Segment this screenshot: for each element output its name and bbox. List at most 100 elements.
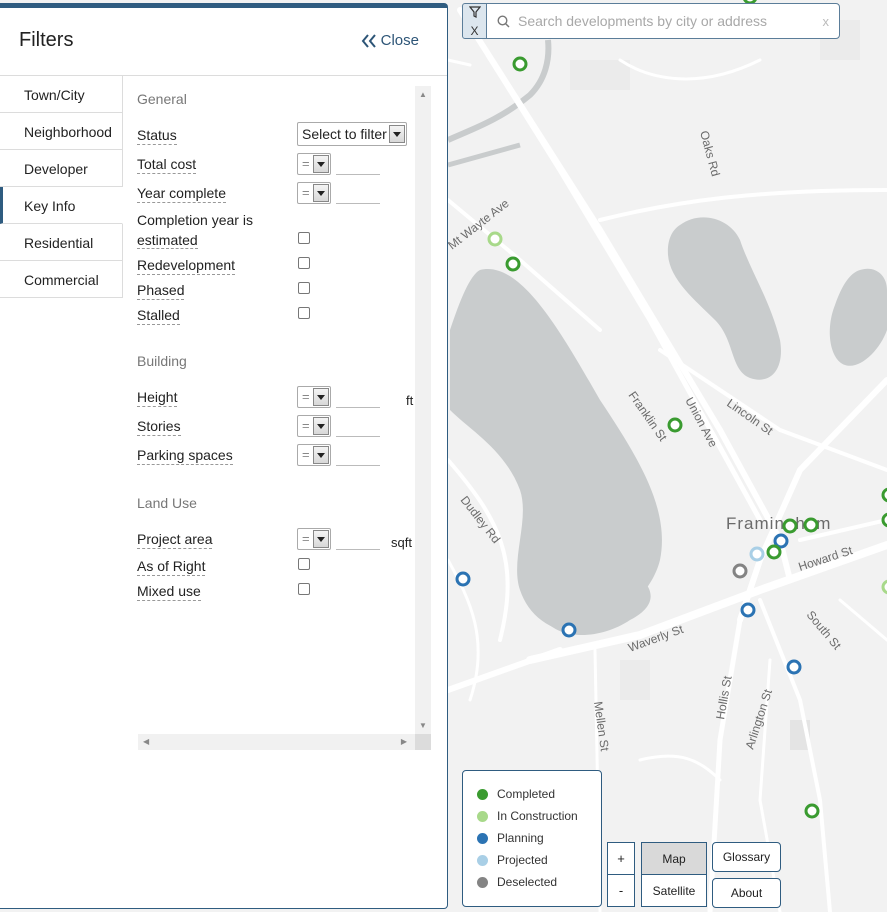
as-of-right-label: As of Right xyxy=(137,558,206,576)
phased-label: Phased xyxy=(137,282,185,300)
scroll-left-icon[interactable]: ◀ xyxy=(143,737,149,746)
project-area-input[interactable] xyxy=(336,528,380,550)
search-input[interactable] xyxy=(514,6,823,36)
parking-label: Parking spaces xyxy=(137,447,233,465)
operator-value: = xyxy=(302,418,310,433)
stories-operator[interactable]: = xyxy=(297,415,331,437)
map-view-button[interactable]: Map xyxy=(641,842,707,875)
total-cost-label: Total cost xyxy=(137,156,197,174)
operator-value: = xyxy=(302,447,310,462)
project-area-unit: sqft xyxy=(391,535,412,550)
height-operator[interactable]: = xyxy=(297,386,331,408)
filter-toggle-x: X xyxy=(470,24,479,38)
total-cost-operator[interactable]: = xyxy=(297,153,331,175)
year-complete-input[interactable] xyxy=(336,182,380,204)
marker-planning xyxy=(561,622,577,638)
chevron-down-icon xyxy=(313,155,329,173)
height-label: Height xyxy=(137,389,178,407)
marker-planning xyxy=(455,571,471,587)
satellite-view-button[interactable]: Satellite xyxy=(641,874,707,907)
tab-residential[interactable]: Residential xyxy=(0,224,123,261)
legend-label: Planning xyxy=(497,831,544,845)
redevelopment-checkbox[interactable] xyxy=(298,257,310,269)
stories-input[interactable] xyxy=(336,415,380,437)
tab-key-info[interactable]: Key Info xyxy=(0,187,123,224)
completion-estimated-checkbox[interactable] xyxy=(298,232,310,244)
close-button[interactable]: Close xyxy=(361,32,419,49)
mixed-use-checkbox[interactable] xyxy=(298,583,310,595)
status-select[interactable]: Select to filter xyxy=(297,122,407,146)
status-label: Status xyxy=(137,127,177,145)
filter-icon xyxy=(468,6,481,18)
completion-estimated-line1: Completion year is xyxy=(137,212,253,228)
horizontal-scrollbar[interactable]: ◀ ▶ xyxy=(138,734,415,750)
chevron-down-icon xyxy=(313,184,329,202)
marker-completed xyxy=(782,518,798,534)
search-box: x xyxy=(486,3,840,39)
parking-input[interactable] xyxy=(336,444,380,466)
scroll-right-icon[interactable]: ▶ xyxy=(401,737,407,746)
clear-search-button[interactable]: x xyxy=(823,14,830,29)
project-area-operator[interactable]: = xyxy=(297,528,331,550)
marker-deselected xyxy=(732,563,748,579)
completed-dot-icon xyxy=(477,788,488,800)
marker-projected xyxy=(749,546,765,562)
legend-label: Deselected xyxy=(497,875,558,889)
marker-completed xyxy=(803,517,819,533)
legend-label: Completed xyxy=(497,787,556,801)
marker-completed xyxy=(804,803,820,819)
tab-developer[interactable]: Developer xyxy=(0,150,123,187)
legend-item: Deselected xyxy=(477,871,601,893)
deselected-dot-icon xyxy=(477,876,488,888)
panel-title: Filters xyxy=(19,29,74,51)
about-button[interactable]: About xyxy=(712,878,781,908)
in-construction-dot-icon xyxy=(477,810,488,822)
close-label: Close xyxy=(380,32,419,49)
marker-completed xyxy=(766,544,782,560)
marker-in-construction xyxy=(881,579,887,595)
zoom-out-button[interactable]: - xyxy=(607,874,635,907)
marker-planning xyxy=(740,602,756,618)
operator-value: = xyxy=(302,156,310,171)
filter-toggle-button[interactable]: X xyxy=(462,3,487,39)
mixed-use-label: Mixed use xyxy=(137,583,201,601)
year-complete-operator[interactable]: = xyxy=(297,182,331,204)
search-icon xyxy=(497,14,510,28)
stalled-checkbox[interactable] xyxy=(298,307,310,319)
scroll-down-icon[interactable]: ▼ xyxy=(419,721,427,730)
section-land-use: Land Use xyxy=(137,495,197,511)
legend-label: Projected xyxy=(497,853,548,867)
chevron-down-icon xyxy=(313,530,329,548)
legend-item: Planning xyxy=(477,827,601,849)
year-complete-label: Year complete xyxy=(137,185,226,203)
tab-neighborhood[interactable]: Neighborhood xyxy=(0,113,123,150)
project-area-label: Project area xyxy=(137,531,213,549)
stories-label: Stories xyxy=(137,418,181,436)
operator-value: = xyxy=(302,531,310,546)
filter-tabs: Town/City Neighborhood Developer Key Inf… xyxy=(0,76,123,298)
marker-completed xyxy=(512,56,528,72)
completion-estimated-line2: estimated xyxy=(137,232,198,249)
vertical-scrollbar[interactable]: ▲ ▼ xyxy=(415,86,431,734)
double-chevron-left-icon xyxy=(361,33,376,48)
parking-operator[interactable]: = xyxy=(297,444,331,466)
legend-item: In Construction xyxy=(477,805,601,827)
marker-completed xyxy=(881,487,887,503)
legend-label: In Construction xyxy=(497,809,578,823)
operator-value: = xyxy=(302,389,310,404)
section-building: Building xyxy=(137,353,187,369)
marker-completed xyxy=(667,417,683,433)
scroll-up-icon[interactable]: ▲ xyxy=(419,90,427,99)
marker-planning xyxy=(786,659,802,675)
zoom-in-button[interactable]: + xyxy=(607,842,635,875)
as-of-right-checkbox[interactable] xyxy=(298,558,310,570)
chevron-down-icon xyxy=(389,125,405,143)
height-input[interactable] xyxy=(336,386,380,408)
glossary-button[interactable]: Glossary xyxy=(712,842,781,872)
tab-commercial[interactable]: Commercial xyxy=(0,261,123,298)
phased-checkbox[interactable] xyxy=(298,282,310,294)
chevron-down-icon xyxy=(313,446,329,464)
legend: Completed In Construction Planning Proje… xyxy=(462,770,602,907)
tab-town-city[interactable]: Town/City xyxy=(0,76,123,113)
total-cost-input[interactable] xyxy=(336,153,380,175)
